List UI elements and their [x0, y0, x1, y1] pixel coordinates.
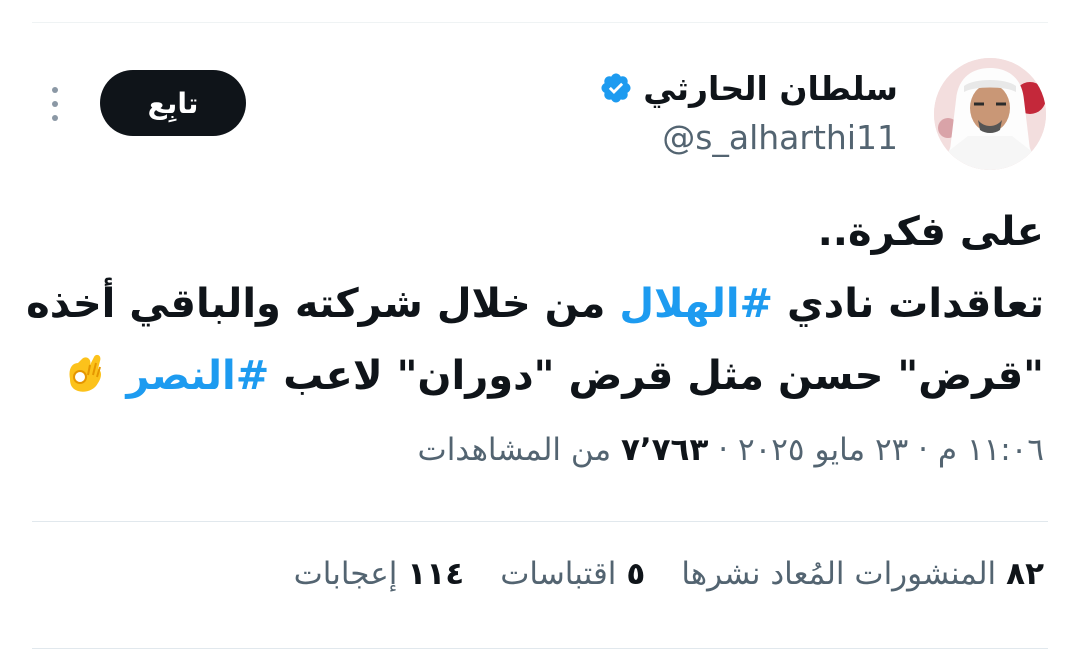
hashtag-link-nassr[interactable]: #النصر	[126, 353, 269, 399]
stats-divider-bottom	[32, 648, 1048, 649]
user-info: سلطان الحارثي @s_alharthi11	[599, 64, 898, 157]
reposts-count: ٨٢	[1006, 556, 1044, 592]
display-name[interactable]: سلطان الحارثي	[643, 69, 898, 108]
tweet-date[interactable]: ٢٣ مايو ٢٠٢٥	[738, 432, 908, 468]
meta-separator: ·	[918, 432, 929, 468]
views-label: من المشاهدات	[417, 432, 612, 468]
tweet-line-2: تعاقدات نادي #الهلال من خلال شركته والبا…	[26, 268, 1044, 340]
vertical-ellipsis-icon[interactable]	[48, 86, 62, 122]
reposts-stat[interactable]: ٨٢ المنشورات المُعاد نشرها	[681, 556, 1044, 592]
views-count: ٧٬٧٦٣	[620, 432, 709, 468]
likes-count: ١١٤	[407, 556, 465, 592]
tweet-text-segment: تعاقدات نادي	[787, 281, 1044, 327]
stats-divider-top	[32, 521, 1048, 522]
tweet-meta: ١١:٠٦ م · ٢٣ مايو ٢٠٢٥ · ٧٬٧٦٣ من المشاه…	[418, 432, 1044, 468]
tweet-line-3: "قرض" حسن مثل قرض "دوران" لاعب #النصر	[36, 340, 1044, 412]
tweet-line-1: على فكرة..	[817, 209, 1044, 255]
quotes-label: اقتباسات	[500, 556, 617, 592]
meta-separator: ·	[718, 432, 729, 468]
top-divider	[32, 22, 1048, 23]
tweet-stats: ٨٢ المنشورات المُعاد نشرها ٥ اقتباسات ١١…	[294, 556, 1044, 592]
user-handle[interactable]: @s_alharthi11	[599, 118, 898, 157]
tweet-time[interactable]: ١١:٠٦ م	[938, 432, 1044, 468]
tweet-text-segment: "قرض" حسن مثل قرض "دوران" لاعب	[283, 353, 1044, 399]
name-row: سلطان الحارثي	[599, 64, 898, 112]
reposts-label: المنشورات المُعاد نشرها	[681, 556, 997, 592]
tweet-text-segment: من خلال شركته والباقي أخذه	[26, 281, 606, 327]
tweet-body: على فكرة.. تعاقدات نادي #الهلال من خلال …	[26, 196, 1044, 412]
likes-label: إعجابات	[293, 556, 398, 592]
verified-badge-icon	[599, 71, 633, 105]
quotes-count: ٥	[626, 556, 646, 592]
hashtag-link-hilal[interactable]: #الهلال	[619, 281, 773, 327]
avatar[interactable]	[934, 58, 1046, 170]
follow-button[interactable]: تابِع	[100, 70, 246, 136]
likes-stat[interactable]: ١١٤ إعجابات	[294, 556, 465, 592]
ok-hand-emoji-icon	[60, 348, 108, 396]
tweet-card: سلطان الحارثي @s_alharthi11 تابِع على فك…	[0, 0, 1080, 671]
quotes-stat[interactable]: ٥ اقتباسات	[500, 556, 645, 592]
